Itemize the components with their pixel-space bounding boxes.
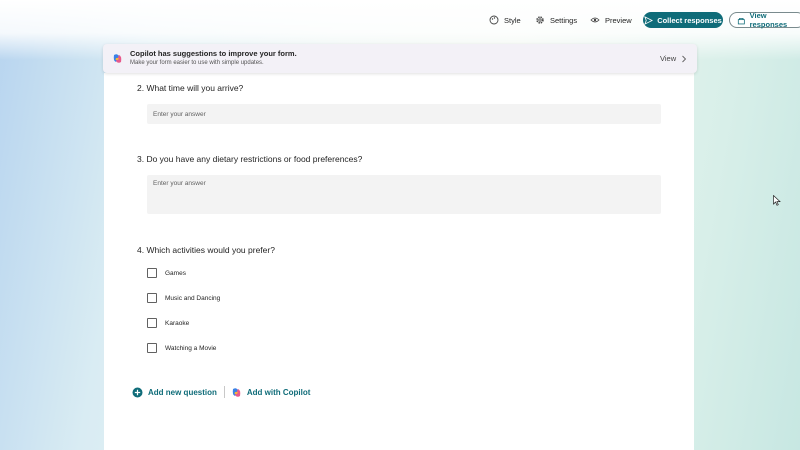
option-label: Watching a Movie: [165, 344, 217, 352]
option-label: Music and Dancing: [165, 294, 221, 302]
add-actions-bar: Add new question Add with Copilot: [132, 386, 310, 398]
checkbox[interactable]: [147, 318, 157, 328]
question-3-placeholder: Enter your answer: [153, 180, 206, 187]
preview-label: Preview: [605, 15, 632, 25]
banner-subtitle: Make your form easier to use with simple…: [130, 60, 264, 66]
style-label: Style: [504, 15, 521, 25]
add-with-copilot-button[interactable]: Add with Copilot: [231, 387, 311, 398]
collect-label: Collect responses: [657, 15, 722, 25]
copilot-icon: [232, 387, 241, 397]
send-icon: [644, 15, 654, 25]
collect-responses-button[interactable]: Collect responses: [643, 12, 723, 28]
checkbox[interactable]: [147, 343, 157, 353]
option-karaoke[interactable]: Karaoke: [147, 318, 189, 328]
add-new-question-button[interactable]: Add new question: [132, 387, 217, 398]
palette-icon: [489, 15, 499, 25]
banner-view-button[interactable]: View: [660, 54, 687, 63]
add-copilot-label: Add with Copilot: [246, 387, 311, 397]
copilot-icon: [113, 54, 122, 63]
view-responses-button[interactable]: View responses: [729, 11, 800, 29]
chevron-right-icon: [682, 55, 687, 62]
question-2-placeholder: Enter your answer: [153, 111, 206, 118]
question-3-answer-input[interactable]: Enter your answer: [147, 175, 661, 214]
question-3-title: 3. Do you have any dietary restrictions …: [137, 154, 363, 164]
responses-icon: [737, 17, 745, 24]
copilot-suggestion-banner: Copilot has suggestions to improve your …: [103, 44, 697, 73]
option-label: Karaoke: [165, 319, 190, 327]
gear-icon: [536, 16, 544, 24]
preview-button[interactable]: Preview: [590, 15, 632, 25]
option-watching-a-movie[interactable]: Watching a Movie: [147, 343, 216, 353]
settings-label: Settings: [550, 15, 578, 25]
checkbox[interactable]: [147, 293, 157, 303]
add-question-label: Add new question: [148, 387, 217, 397]
question-2-title: 2. What time will you arrive?: [137, 83, 244, 93]
style-button[interactable]: Style: [489, 15, 521, 25]
divider: [223, 386, 225, 398]
settings-button[interactable]: Settings: [535, 15, 577, 25]
mouse-cursor-icon: [773, 195, 781, 206]
option-music-and-dancing[interactable]: Music and Dancing: [147, 293, 220, 303]
view-responses-label: View responses: [749, 11, 788, 29]
option-label: Games: [165, 269, 186, 277]
question-4-title: 4. Which activities would you prefer?: [137, 245, 275, 255]
eye-icon: [590, 17, 600, 23]
option-games[interactable]: Games: [147, 268, 186, 278]
banner-title: Copilot has suggestions to improve your …: [130, 49, 297, 58]
banner-view-label: View: [660, 54, 677, 63]
plus-circle-icon: [132, 387, 143, 397]
checkbox[interactable]: [147, 268, 157, 278]
question-2-answer-input[interactable]: Enter your answer: [147, 104, 661, 124]
